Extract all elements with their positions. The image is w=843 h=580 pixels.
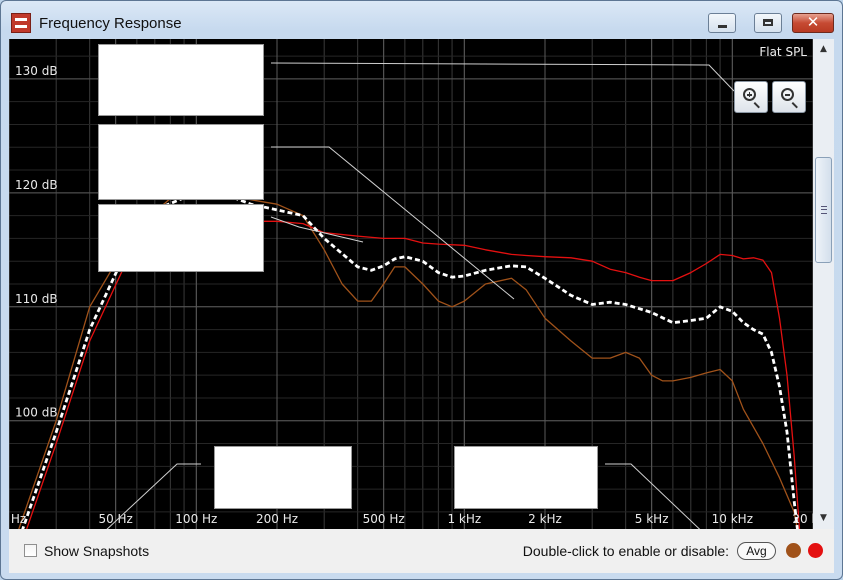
y-tick-label: 130 dB bbox=[15, 64, 58, 78]
maximize-button[interactable] bbox=[754, 13, 782, 33]
close-icon: ✕ bbox=[806, 13, 820, 31]
grip-icon bbox=[821, 206, 827, 214]
red-series-toggle[interactable] bbox=[808, 543, 823, 558]
minimize-icon bbox=[718, 25, 727, 28]
status-bar: Show Snapshots Double-click to enable or… bbox=[9, 529, 834, 573]
show-snapshots-checkbox[interactable] bbox=[24, 544, 37, 557]
vertical-scrollbar[interactable]: ▲ ▼ bbox=[813, 39, 834, 529]
window-title: Frequency Response bbox=[39, 15, 182, 32]
callout-leader-line bbox=[270, 62, 735, 92]
zoom-in-icon bbox=[743, 88, 756, 101]
callout-label-5[interactable] bbox=[454, 446, 598, 509]
app-icon bbox=[11, 13, 31, 33]
x-tick-label: 20 Hz bbox=[9, 512, 26, 526]
x-tick-label: 50 Hz bbox=[98, 512, 132, 526]
toggle-hint: Double-click to enable or disable: bbox=[522, 543, 729, 559]
x-tick-label: 1 kHz bbox=[447, 512, 481, 526]
avg-toggle[interactable]: Avg bbox=[737, 542, 776, 560]
brown-series-toggle[interactable] bbox=[786, 543, 801, 558]
title-bar[interactable]: Frequency Response ✕ bbox=[1, 1, 842, 39]
x-tick-label: 500 Hz bbox=[363, 512, 405, 526]
minimize-button[interactable] bbox=[708, 13, 736, 33]
zoom-out-icon bbox=[781, 88, 794, 101]
zoom-out-button[interactable] bbox=[772, 81, 806, 113]
y-tick-label: 110 dB bbox=[15, 292, 58, 306]
maximize-icon bbox=[763, 19, 773, 26]
x-tick-label: 10 kHz bbox=[712, 512, 753, 526]
scroll-thumb[interactable] bbox=[815, 157, 832, 263]
x-tick-label: 200 Hz bbox=[256, 512, 298, 526]
callout-label-1[interactable] bbox=[98, 44, 264, 116]
x-tick-label: 2 kHz bbox=[528, 512, 562, 526]
zoom-in-button[interactable] bbox=[734, 81, 768, 113]
y-tick-label: 100 dB bbox=[15, 406, 58, 420]
x-tick-label: 20 kHz bbox=[792, 512, 813, 526]
x-tick-label: 5 kHz bbox=[635, 512, 669, 526]
callout-label-4[interactable] bbox=[214, 446, 352, 509]
scroll-up-arrow-icon[interactable]: ▲ bbox=[813, 41, 834, 58]
callout-label-3[interactable] bbox=[98, 204, 264, 272]
callout-label-2[interactable] bbox=[98, 124, 264, 200]
frequency-response-window: Frequency Response ✕ 20 Hz 50 Hz 100 Hz 200… bbox=[0, 0, 843, 580]
scroll-down-arrow-icon[interactable]: ▼ bbox=[813, 510, 834, 527]
show-snapshots-label[interactable]: Show Snapshots bbox=[44, 543, 149, 559]
x-tick-label: 100 Hz bbox=[175, 512, 217, 526]
y-tick-label: 120 dB bbox=[15, 178, 58, 192]
close-button[interactable]: ✕ bbox=[792, 13, 834, 33]
flat-spl-label: Flat SPL bbox=[759, 45, 807, 59]
frequency-response-plot[interactable]: 20 Hz 50 Hz 100 Hz 200 Hz 500 Hz 1 kHz 2 kHz 5 … bbox=[9, 39, 813, 529]
